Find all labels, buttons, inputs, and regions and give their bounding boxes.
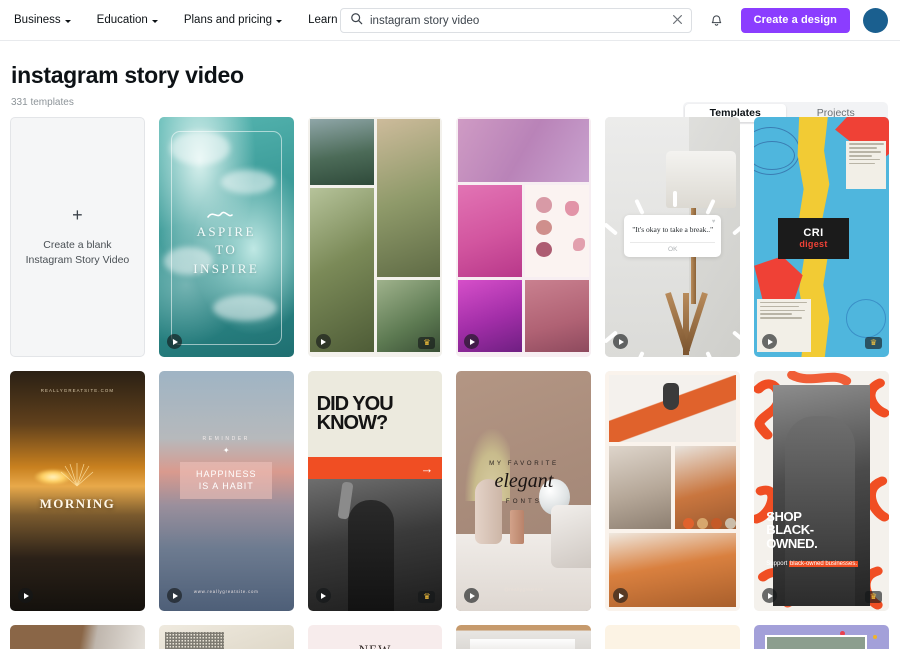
nav-label-plans-and-pricing: Plans and pricing — [183, 14, 273, 26]
template-thumbnail: REALLYGREATSITE.COM MORNING — [10, 371, 145, 611]
play-icon — [166, 588, 182, 603]
play-icon — [18, 588, 33, 603]
quote-text: "It's okay to take a break.." — [632, 225, 714, 235]
template-thumbnail: CRI digest — [754, 117, 889, 357]
chevron-down-icon — [276, 19, 283, 23]
heart-icon: ♥ — [711, 219, 716, 226]
crown-icon: ♛ — [864, 337, 882, 349]
nav-item-business[interactable]: Business — [14, 14, 71, 26]
search-input[interactable] — [370, 14, 672, 27]
template-eyebrow: REMINDER — [202, 435, 250, 442]
template-title-line2: elegant — [494, 469, 554, 492]
template-card-travel-collage[interactable]: ♛ — [307, 117, 443, 357]
main-nav: Business Education Plans and pricing Lea… — [14, 14, 348, 26]
close-icon[interactable] — [672, 12, 683, 30]
template-title-line3: FONTS — [505, 498, 542, 506]
template-title: ASPIRE TO INSPIRE — [193, 223, 260, 277]
template-subtitle: Support black-owned businesses. — [766, 560, 859, 567]
template-card-cream-blank[interactable] — [605, 625, 741, 649]
arrow-banner: → — [307, 457, 443, 479]
template-thumbnail: MY FAVORITE elegant FONTS @reallygreatsi… — [456, 371, 592, 611]
play-icon — [315, 588, 331, 603]
template-thumbnail: ♥ "It's okay to take a break.." OK — [605, 117, 741, 357]
template-thumbnail — [307, 117, 443, 357]
chevron-down-icon — [151, 19, 158, 23]
template-card-okay-to-take-a-break[interactable]: ♥ "It's okay to take a break.." OK — [605, 117, 741, 357]
top-navigation-bar: Business Education Plans and pricing Lea… — [0, 0, 900, 41]
create-blank-label: Create a blank Instagram Story Video — [25, 238, 130, 266]
template-title: DID YOU KNOW? — [316, 392, 394, 435]
template-card-wood-bedroom[interactable] — [456, 625, 592, 649]
template-card-happiness-is-a-habit[interactable]: REMINDER ✦ HAPPINESS IS A HABIT www.real… — [158, 371, 294, 611]
template-title-line1: MY FAVORITE — [489, 459, 559, 467]
nav-item-plans-and-pricing[interactable]: Plans and pricing — [183, 14, 283, 26]
quote-ok-button: OK — [630, 242, 716, 257]
avatar[interactable] — [863, 7, 888, 33]
template-card-morning[interactable]: REALLYGREATSITE.COM MORNING — [10, 371, 145, 611]
star-icon: ✦ — [222, 445, 230, 455]
crown-icon: ♛ — [418, 337, 436, 349]
template-card-aspire-to-inspire[interactable]: ASPIRE TO INSPIRE — [158, 117, 294, 357]
template-card-purple-frame[interactable] — [754, 625, 889, 649]
nav-label-learn: Learn — [308, 14, 338, 26]
template-card-brown-texture[interactable] — [10, 625, 145, 649]
template-thumbnail: DID YOU KNOW? → — [307, 371, 443, 611]
nav-label-business: Business — [14, 14, 61, 26]
bell-icon[interactable] — [706, 9, 728, 31]
color-palette — [683, 518, 737, 530]
search-bar[interactable] — [340, 8, 692, 33]
play-icon — [315, 334, 331, 349]
arrow-right-icon: → — [420, 460, 434, 476]
template-url: REALLYGREATSITE.COM — [40, 387, 115, 393]
template-card-did-you-know[interactable]: DID YOU KNOW? → ♛ — [307, 371, 443, 611]
template-card-my-favorite-elegant-fonts[interactable]: MY FAVORITE elegant FONTS @reallygreatsi… — [456, 371, 592, 611]
template-card-torn-paper-digest[interactable]: CRI digest ♛ — [754, 117, 889, 357]
template-title: MORNING — [39, 495, 116, 511]
plus-icon: + — [72, 204, 83, 225]
page-title: instagram story video — [11, 62, 244, 88]
create-blank-card[interactable]: + Create a blank Instagram Story Video — [10, 117, 145, 357]
template-card-pink-moodboard[interactable] — [456, 117, 592, 357]
nav-label-education: Education — [96, 14, 148, 26]
template-card-new-pink[interactable] — [307, 625, 443, 649]
search-icon — [350, 12, 363, 30]
template-title: HAPPINESS IS A HABIT — [180, 462, 273, 500]
template-thumbnail: SHOP BLACK- OWNED. Support black-owned b… — [754, 371, 889, 611]
template-title: CRI digest — [778, 217, 849, 259]
nav-item-education[interactable]: Education — [97, 14, 158, 26]
template-card-orange-interior-moodboard[interactable] — [605, 371, 741, 611]
template-thumbnail: REMINDER ✦ HAPPINESS IS A HABIT www.real… — [158, 371, 294, 611]
sunburst-icon — [55, 460, 99, 495]
quote-card: ♥ "It's okay to take a break.." OK — [624, 215, 722, 258]
template-thumbnail — [456, 117, 592, 357]
template-card-beige-pattern[interactable] — [158, 625, 294, 649]
create-a-design-button[interactable]: Create a design — [740, 7, 850, 33]
play-icon — [166, 334, 182, 349]
chevron-down-icon — [64, 19, 71, 23]
template-card-shop-black-owned[interactable]: SHOP BLACK- OWNED. Support black-owned b… — [754, 371, 889, 611]
crown-icon: ♛ — [864, 591, 882, 603]
template-thumbnail: ASPIRE TO INSPIRE — [158, 117, 294, 357]
template-grid: + Create a blank Instagram Story Video A… — [0, 107, 900, 649]
crown-icon: ♛ — [418, 591, 436, 603]
template-thumbnail — [605, 371, 741, 611]
page-header: instagram story video 331 templates Temp… — [0, 41, 900, 124]
template-title: SHOP BLACK- OWNED. — [766, 509, 818, 551]
